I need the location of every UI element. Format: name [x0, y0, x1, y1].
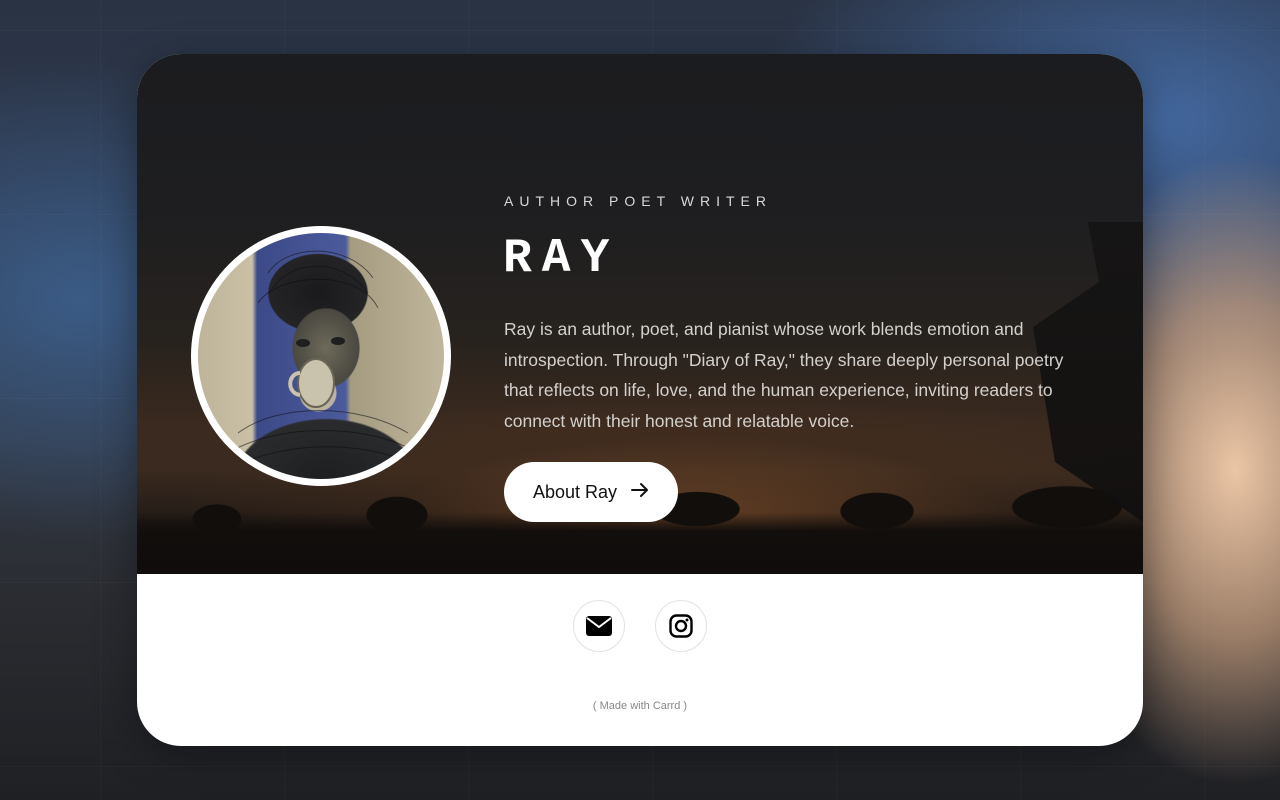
- made-with-carrd-credit[interactable]: ( Made with Carrd ): [137, 700, 1143, 712]
- about-button-label: About Ray: [532, 481, 618, 502]
- profile-subtitle: AUTHOR POET WRITER: [504, 193, 772, 209]
- avatar: [191, 226, 451, 486]
- profile-bio: Ray is an author, poet, and pianist whos…: [504, 319, 1064, 431]
- instagram-icon: [669, 614, 693, 638]
- avatar-illustration: [217, 250, 434, 474]
- social-links: [573, 600, 707, 652]
- arrow-right-icon: [631, 482, 649, 502]
- hero-section: AUTHOR POET WRITER RAY Ray is an author,…: [137, 54, 1143, 574]
- profile-card: AUTHOR POET WRITER RAY Ray is an author,…: [137, 54, 1143, 746]
- instagram-link[interactable]: [655, 600, 707, 652]
- about-ray-button[interactable]: About Ray: [504, 462, 678, 522]
- email-link[interactable]: [573, 600, 625, 652]
- profile-name: RAY: [503, 232, 620, 286]
- envelope-icon: [586, 616, 612, 636]
